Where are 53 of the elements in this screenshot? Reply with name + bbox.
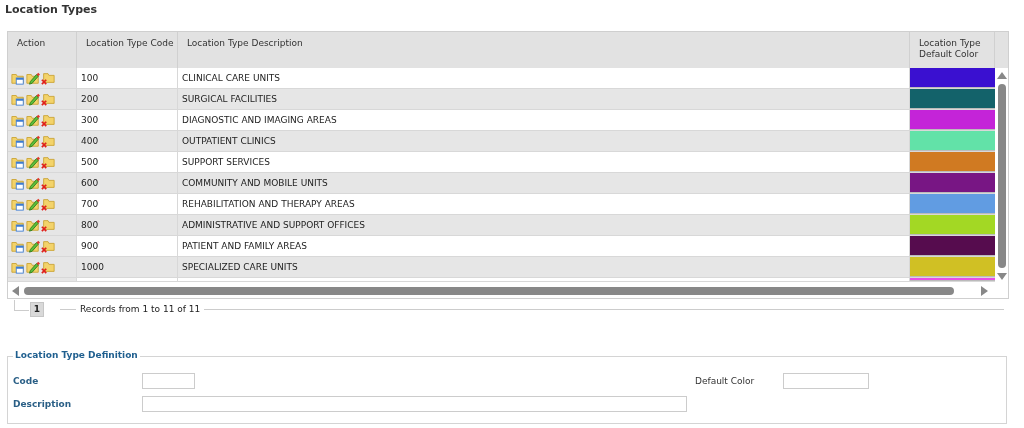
folder-cross-icon[interactable]	[41, 155, 55, 169]
folder-pencil-icon[interactable]	[26, 134, 40, 148]
folder-window-icon[interactable]	[11, 155, 25, 169]
folder-window-icon[interactable]	[11, 197, 25, 211]
table-cell: 500	[77, 152, 178, 172]
input-field[interactable]	[142, 373, 195, 389]
folder-cross-icon[interactable]	[41, 260, 55, 274]
input-field[interactable]	[142, 396, 687, 412]
folder-window-icon[interactable]	[11, 239, 25, 253]
folder-pencil-icon[interactable]	[26, 71, 40, 85]
input-field[interactable]	[783, 373, 869, 389]
table-cell: 100	[77, 68, 178, 88]
folder-window-icon[interactable]	[11, 113, 25, 127]
field-label: Default Color	[695, 376, 756, 386]
page-button[interactable]: 1	[30, 301, 44, 317]
folder-pencil-icon[interactable]	[26, 218, 40, 232]
table-cell: 300	[77, 110, 178, 130]
folder-pencil-icon[interactable]	[26, 239, 40, 253]
field-label: Description	[13, 399, 73, 409]
folder-window-icon[interactable]	[11, 176, 25, 190]
folder-window-icon[interactable]	[11, 260, 25, 274]
folder-cross-icon[interactable]	[41, 92, 55, 106]
table-cell: 400	[77, 131, 178, 151]
folder-window-icon[interactable]	[11, 92, 25, 106]
folder-window-icon[interactable]	[11, 71, 25, 85]
folder-window-icon[interactable]	[11, 218, 25, 232]
folder-pencil-icon[interactable]	[26, 197, 40, 211]
folder-cross-icon[interactable]	[41, 113, 55, 127]
scroll-thumb[interactable]	[24, 287, 954, 295]
field-label: Code	[13, 376, 40, 386]
scroll-right-icon[interactable]	[981, 286, 988, 296]
folder-cross-icon[interactable]	[41, 176, 55, 190]
folder-cross-icon[interactable]	[41, 239, 55, 253]
folder-cross-icon[interactable]	[41, 218, 55, 232]
table-cell: 1000	[77, 257, 178, 277]
folder-cross-icon[interactable]	[41, 134, 55, 148]
table-cell: 800	[77, 215, 178, 235]
table-cell: 200	[77, 89, 178, 109]
records-summary: Records from 1 to 11 of 11	[80, 304, 201, 314]
folder-pencil-icon[interactable]	[26, 260, 40, 274]
page-title: Location Types	[5, 3, 98, 17]
folder-pencil-icon[interactable]	[26, 113, 40, 127]
table-cell: 700	[77, 194, 178, 214]
folder-cross-icon[interactable]	[41, 71, 55, 85]
table-cell: 600	[77, 173, 178, 193]
folder-pencil-icon[interactable]	[26, 155, 40, 169]
scroll-thumb[interactable]	[997, 84, 1006, 268]
table-cell: 900	[77, 236, 178, 256]
folder-cross-icon[interactable]	[41, 197, 55, 211]
section-legend: Location Type Definition	[13, 350, 140, 360]
folder-window-icon[interactable]	[11, 134, 25, 148]
folder-pencil-icon[interactable]	[26, 92, 40, 106]
folder-pencil-icon[interactable]	[26, 176, 40, 190]
